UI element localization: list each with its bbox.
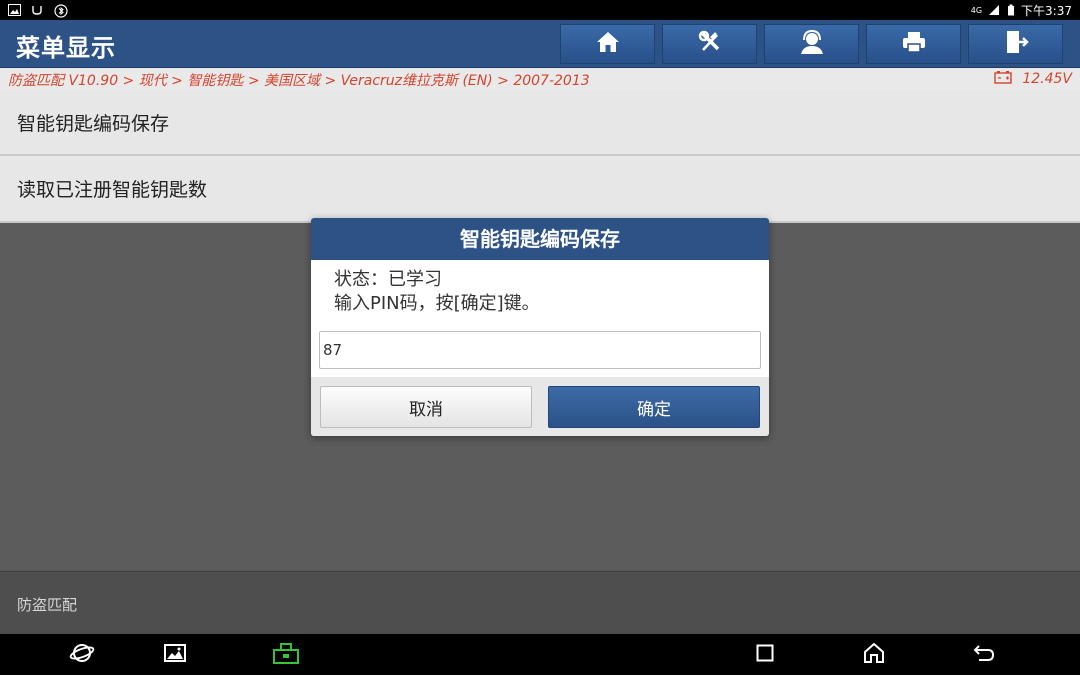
tools-button[interactable] bbox=[662, 24, 757, 64]
voltage-value: 12.45V bbox=[1022, 71, 1072, 87]
exit-button[interactable] bbox=[968, 24, 1063, 64]
breadcrumb-bar: 防盗匹配 V10.90 > 现代 > 智能钥匙 > 美国区域 > Veracru… bbox=[0, 68, 1080, 90]
browser-icon bbox=[69, 641, 95, 669]
gallery-notification-icon bbox=[8, 4, 21, 16]
voltage-indicator: 12.45V bbox=[994, 70, 1072, 88]
home-button[interactable] bbox=[560, 24, 655, 64]
header-toolbar bbox=[560, 24, 1063, 64]
support-button[interactable] bbox=[764, 24, 859, 64]
pin-entry-dialog: 智能钥匙编码保存 状态：已学习 输入PIN码，按[确定]键。 取消 确定 bbox=[311, 218, 769, 436]
clock: 下午3:37 bbox=[1021, 3, 1072, 18]
gallery-icon bbox=[164, 644, 186, 666]
signal-icon bbox=[988, 4, 1001, 16]
dialog-title: 智能钥匙编码保存 bbox=[311, 218, 769, 260]
menu-item-label: 智能钥匙编码保存 bbox=[17, 112, 170, 135]
breadcrumb: 防盗匹配 V10.90 > 现代 > 智能钥匙 > 美国区域 > Veracru… bbox=[8, 73, 590, 89]
printer-icon bbox=[901, 30, 927, 58]
menu-item-label: 读取已注册智能钥匙数 bbox=[17, 179, 208, 201]
bluetooth-icon bbox=[54, 4, 68, 18]
print-button[interactable] bbox=[866, 24, 961, 64]
cancel-button[interactable]: 取消 bbox=[320, 386, 532, 428]
confirm-button[interactable]: 确定 bbox=[548, 386, 760, 428]
vci-button[interactable] bbox=[271, 642, 301, 668]
menu-item-save-smart-key-code[interactable]: 智能钥匙编码保存 bbox=[0, 90, 1080, 156]
app-header: 菜单显示 bbox=[0, 20, 1080, 68]
usb-debug-icon bbox=[31, 4, 44, 16]
pin-input[interactable] bbox=[319, 331, 761, 369]
back-button[interactable] bbox=[971, 642, 997, 668]
dialog-message: 状态：已学习 输入PIN码，按[确定]键。 bbox=[311, 260, 769, 332]
battery-voltage-icon bbox=[994, 70, 1013, 88]
footer-bar: 防盗匹配 bbox=[0, 571, 1080, 634]
network-type-label: 4G bbox=[970, 5, 983, 15]
recent-apps-icon bbox=[756, 644, 774, 666]
system-status-bar: 4G 下午3:37 bbox=[0, 0, 1080, 20]
back-icon bbox=[973, 644, 995, 666]
gallery-button[interactable] bbox=[162, 642, 188, 668]
system-nav-bar bbox=[0, 634, 1080, 675]
vci-connector-icon bbox=[271, 641, 301, 669]
app-root: 4G 下午3:37 菜单显示 防盗匹配 V10.90 > 现代 > 智能钥匙 >… bbox=[0, 0, 1080, 675]
instruction-line: 输入PIN码，按[确定]键。 bbox=[334, 293, 540, 314]
exit-icon bbox=[1003, 29, 1029, 59]
page-title: 菜单显示 bbox=[16, 34, 116, 62]
tools-icon bbox=[697, 29, 723, 59]
dialog-button-bar: 取消 确定 bbox=[311, 377, 769, 436]
status-line: 状态：已学习 bbox=[334, 269, 442, 290]
home-icon bbox=[595, 30, 621, 58]
support-icon bbox=[798, 29, 826, 59]
home-outline-icon bbox=[863, 642, 885, 667]
recent-apps-button[interactable] bbox=[752, 642, 778, 668]
home-nav-button[interactable] bbox=[861, 642, 887, 668]
menu-item-read-registered-keys[interactable]: 读取已注册智能钥匙数 bbox=[0, 156, 1080, 223]
footer-label: 防盗匹配 bbox=[17, 596, 78, 614]
browser-button[interactable] bbox=[69, 642, 95, 668]
battery-icon bbox=[1007, 4, 1015, 16]
